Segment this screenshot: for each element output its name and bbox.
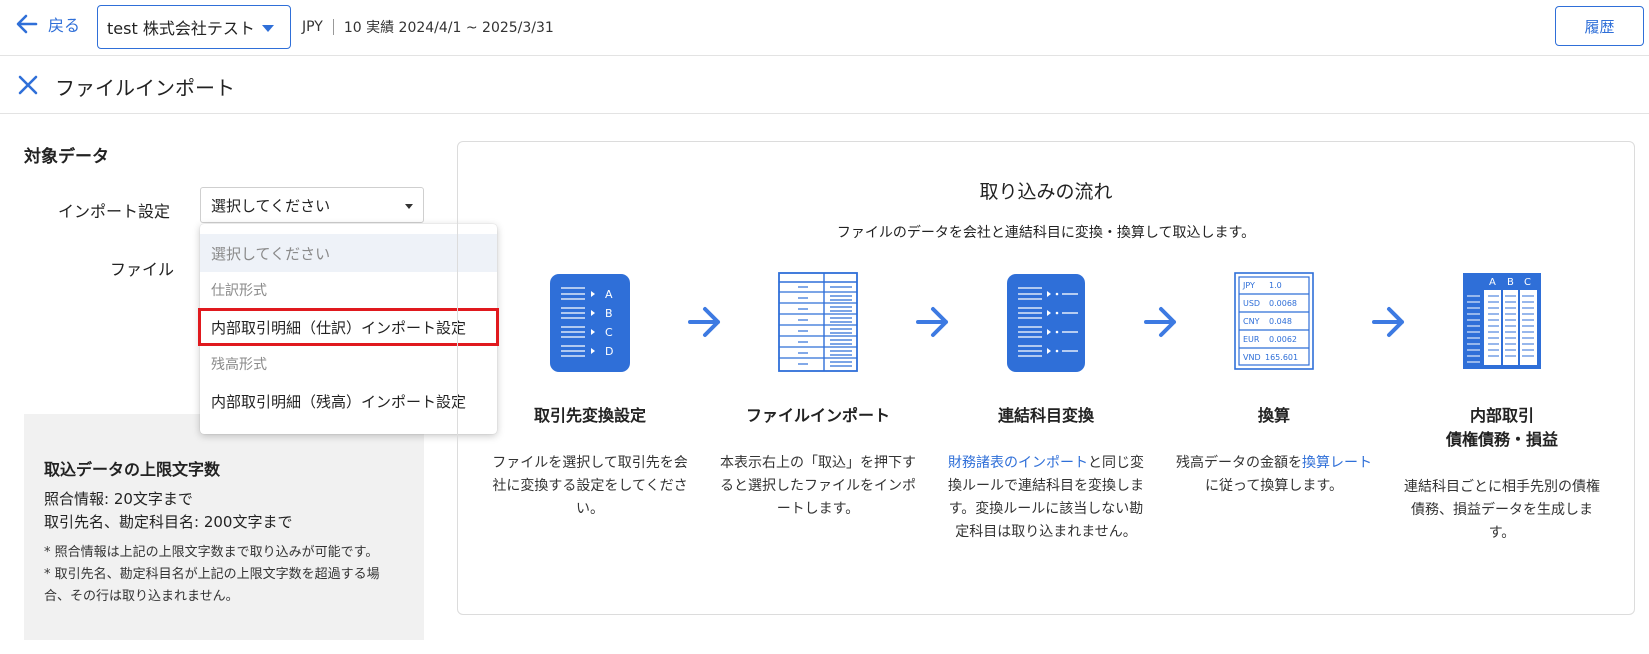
rate-val-4: 165.601 — [1265, 353, 1298, 362]
step-name: 取引先変換設定 — [533, 406, 646, 425]
step-description: 残高データの金額を換算レートに従って換算します。 — [1174, 452, 1374, 498]
step-description-text: 残高データの金額を — [1176, 455, 1302, 471]
sheet-col-a: A — [1489, 277, 1496, 288]
import-setting-menu: 選択してください 仕訳形式 内部取引明細（仕訳）インポート設定 残高形式 内部取… — [198, 224, 499, 434]
select-value: 選択してください — [211, 196, 331, 215]
company-name: test 株式会社テスト — [107, 19, 255, 38]
file-label: ファイル — [110, 260, 175, 279]
flow-subtitle: ファイルのデータを会社と連結科目に変換・換算して取込します。 — [836, 225, 1256, 241]
exchange-rate-table-icon: JPY 1.0 USD 0.0068 CNY 0.048 EUR 0.0062 VND 1… — [1234, 272, 1314, 370]
step-description-text: に従って換算します。 — [1205, 478, 1343, 494]
arrow-left-icon — [16, 14, 38, 34]
db-letter-c: C — [605, 326, 613, 339]
exchange-rate-link[interactable]: 換算レート — [1302, 455, 1372, 471]
step-name: 内部取引債権債務・損益 — [1402, 404, 1602, 452]
info-note-1: * 照合情報は上記の上限文字数まで取り込みが可能です。 — [44, 545, 379, 560]
step-description: 連結科目ごとに相手先別の債権債務、損益データを生成します。 — [1404, 479, 1600, 541]
step-description: ファイルを選択して取引先を会社に変換する設定をしてください。 — [492, 455, 688, 517]
flow-title: 取り込みの流れ — [979, 181, 1113, 203]
currency-label: JPY — [302, 19, 323, 35]
rate-cur-4: VND — [1243, 353, 1261, 362]
rate-cur-3: EUR — [1243, 335, 1260, 344]
back-label: 戻る — [48, 16, 81, 35]
history-button[interactable]: 履歴 — [1555, 6, 1644, 46]
db-letter-d: D — [605, 345, 613, 358]
menu-item-journal-import[interactable]: 内部取引明細（仕訳）インポート設定 — [198, 308, 499, 346]
import-setting-select[interactable]: 選択してください — [200, 187, 424, 223]
arrow-right-icon — [1144, 307, 1176, 337]
db-letter-b: B — [605, 307, 613, 320]
section-title: 対象データ — [24, 147, 109, 167]
info-line: 照合情報: 20文字まで — [44, 490, 193, 508]
spreadsheet-icon: A B C — [1463, 273, 1541, 369]
database-list-icon: A B C D — [550, 274, 630, 372]
step-description: 本表示右上の「取込」を押下すると選択したファイルをインポートします。 — [720, 455, 916, 517]
table-file-icon — [778, 272, 858, 372]
rate-cur-2: CNY — [1243, 317, 1260, 326]
step-name: ファイルインポート — [745, 406, 890, 425]
info-title: 取込データの上限文字数 — [44, 460, 221, 479]
company-select[interactable]: test 株式会社テスト — [97, 5, 291, 49]
step-description: 財務諸表のインポートと同じ変換ルールで連結科目を変換します。変換ルールに該当しな… — [946, 452, 1146, 544]
fs-import-link[interactable]: 財務諸表のインポート — [948, 455, 1088, 471]
import-flow-panel: 取り込みの流れ ファイルのデータを会社と連結科目に変換・換算して取込します。 A… — [457, 141, 1635, 615]
info-note: * 照合情報は上記の上限文字数まで取り込みが可能です。 * 取引先名、勘定科目名… — [44, 542, 404, 608]
sheet-col-b: B — [1507, 277, 1514, 288]
period-label: 10 実績 2024/4/1 ~ 2025/3/31 — [343, 20, 554, 36]
rate-val-3: 0.0062 — [1269, 335, 1297, 344]
context-info: JPY 10 実績 2024/4/1 ~ 2025/3/31 — [302, 17, 554, 37]
title-bar: ファイルインポート — [0, 56, 1649, 114]
back-button[interactable]: 戻る — [16, 12, 80, 36]
database-convert-icon — [1007, 274, 1085, 372]
rate-cur-1: USD — [1243, 299, 1260, 308]
caret-down-icon — [262, 25, 274, 32]
step-name-line2: 債権債務・損益 — [1445, 430, 1558, 449]
limit-info-box: 取込データの上限文字数 照合情報: 20文字まで 取引先名、勘定科目名: 200… — [24, 414, 424, 640]
menu-item-placeholder[interactable]: 選択してください — [200, 234, 497, 272]
arrow-right-icon — [1372, 307, 1404, 337]
caret-down-icon — [405, 204, 413, 209]
info-line: 取引先名、勘定科目名: 200文字まで — [44, 513, 293, 531]
sheet-col-c: C — [1524, 277, 1531, 288]
step-name: 換算 — [1257, 406, 1290, 425]
import-setting-label: インポート設定 — [58, 202, 171, 221]
top-bar: 戻る test 株式会社テスト JPY 10 実績 2024/4/1 ~ 202… — [0, 0, 1649, 56]
step-name: 連結科目変換 — [997, 406, 1094, 425]
db-letter-a: A — [605, 288, 613, 301]
menu-item-balance-import[interactable]: 内部取引明細（残高）インポート設定 — [200, 382, 497, 420]
info-note-2: * 取引先名、勘定科目名が上記の上限文字数を超過する場合、その行は取り込まれませ… — [44, 567, 380, 604]
menu-group-balance: 残高形式 — [211, 357, 267, 373]
rate-val-0: 1.0 — [1269, 281, 1282, 290]
divider — [332, 19, 334, 35]
rate-cur-0: JPY — [1242, 281, 1255, 290]
arrow-right-icon — [916, 307, 948, 337]
close-icon[interactable] — [17, 74, 39, 96]
rate-val-1: 0.0068 — [1269, 299, 1297, 308]
page-title: ファイルインポート — [55, 76, 235, 100]
arrow-right-icon — [688, 307, 720, 337]
rate-val-2: 0.048 — [1269, 317, 1292, 326]
step-name-line1: 内部取引 — [1469, 406, 1534, 425]
menu-group-journal: 仕訳形式 — [211, 283, 267, 299]
